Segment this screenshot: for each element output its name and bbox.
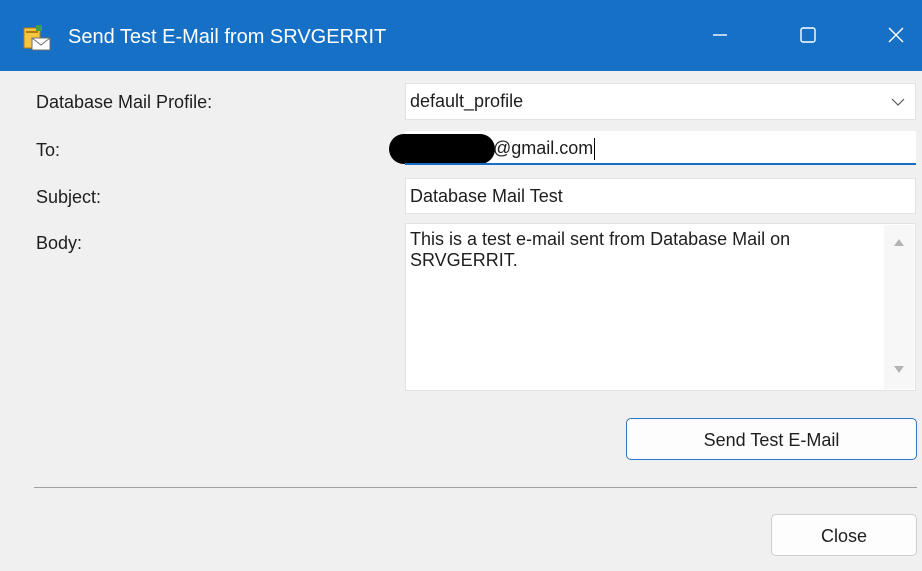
close-button[interactable]: Close <box>771 514 917 556</box>
body-textarea[interactable]: This is a test e-mail sent from Database… <box>405 223 916 391</box>
title-bar[interactable]: Send Test E-Mail from SRVGERRIT <box>0 0 922 71</box>
scroll-up-arrow-icon[interactable] <box>893 237 905 247</box>
profile-label: Database Mail Profile: <box>36 92 213 112</box>
minimize-icon <box>713 34 727 36</box>
minimize-button[interactable] <box>690 0 750 71</box>
close-window-button[interactable] <box>866 0 922 71</box>
subject-value: Database Mail Test <box>410 186 563 206</box>
scroll-down-arrow-icon[interactable] <box>893 365 905 375</box>
separator-line <box>34 487 917 488</box>
text-caret <box>594 138 596 161</box>
chevron-down-icon[interactable] <box>891 97 905 107</box>
database-mail-app-icon <box>23 25 51 51</box>
body-label: Body: <box>36 233 83 253</box>
profile-select[interactable]: default_profile <box>405 83 916 120</box>
body-scrollbar[interactable] <box>884 225 914 389</box>
redacted-username <box>389 134 495 164</box>
maximize-icon <box>800 27 816 43</box>
send-test-email-button[interactable]: Send Test E-Mail <box>626 418 917 460</box>
send-test-email-dialog: Send Test E-Mail from SRVGERRIT Database… <box>0 0 922 571</box>
maximize-button[interactable] <box>778 0 838 71</box>
subject-label: Subject: <box>36 187 102 207</box>
body-value: This is a test e-mail sent from Database… <box>410 229 796 270</box>
subject-input[interactable]: Database Mail Test <box>405 178 916 214</box>
to-label: To: <box>36 140 61 160</box>
to-value: @gmail.com <box>493 138 594 158</box>
close-icon <box>888 27 904 43</box>
profile-selected-value: default_profile <box>410 91 524 111</box>
window-title: Send Test E-Mail from SRVGERRIT <box>68 26 387 48</box>
to-email-input[interactable]: @gmail.com <box>389 131 916 165</box>
focus-underline <box>405 163 916 165</box>
